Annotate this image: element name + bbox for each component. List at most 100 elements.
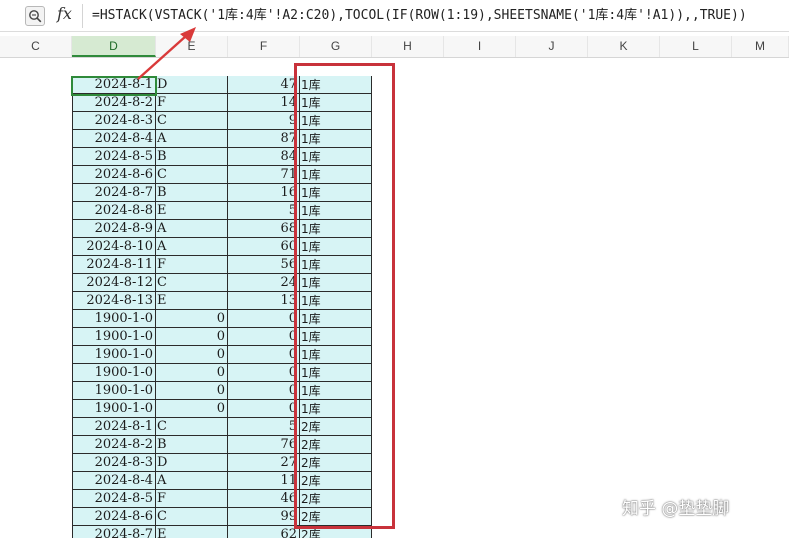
code-cell[interactable]: F: [156, 490, 228, 508]
quantity-cell[interactable]: 76: [228, 436, 300, 454]
quantity-cell[interactable]: 0: [228, 400, 300, 418]
quantity-cell[interactable]: 0: [228, 328, 300, 346]
sheet-name-cell[interactable]: 1库: [300, 256, 372, 274]
quantity-cell[interactable]: 71: [228, 166, 300, 184]
quantity-cell[interactable]: 5: [228, 202, 300, 220]
sheet-name-cell[interactable]: 2库: [300, 436, 372, 454]
quantity-cell[interactable]: 14: [228, 94, 300, 112]
date-cell[interactable]: 2024-8-7: [72, 184, 156, 202]
code-cell[interactable]: B: [156, 436, 228, 454]
spreadsheet-grid[interactable]: 2024-8-1 D 47 1库 2024-8-2 F 14 1库 2024-8-3 C 9 1库 20…: [0, 58, 789, 538]
date-cell[interactable]: 2024-8-7: [72, 526, 156, 538]
date-cell[interactable]: 2024-8-4: [72, 130, 156, 148]
zoom-icon[interactable]: [25, 6, 45, 26]
date-cell[interactable]: 2024-8-1: [72, 76, 156, 94]
quantity-cell[interactable]: 5: [228, 418, 300, 436]
date-cell[interactable]: 2024-8-2: [72, 436, 156, 454]
date-cell[interactable]: 1900-1-0: [72, 400, 156, 418]
code-cell[interactable]: 0: [156, 310, 228, 328]
sheet-name-cell[interactable]: 1库: [300, 328, 372, 346]
date-cell[interactable]: 1900-1-0: [72, 346, 156, 364]
quantity-cell[interactable]: 62: [228, 526, 300, 538]
fx-icon[interactable]: fx: [57, 4, 72, 23]
sheet-name-cell[interactable]: 1库: [300, 400, 372, 418]
sheet-name-cell[interactable]: 1库: [300, 148, 372, 166]
date-cell[interactable]: 2024-8-6: [72, 166, 156, 184]
column-header-g[interactable]: G: [300, 36, 372, 57]
quantity-cell[interactable]: 68: [228, 220, 300, 238]
sheet-name-cell[interactable]: 1库: [300, 238, 372, 256]
sheet-name-cell[interactable]: 1库: [300, 310, 372, 328]
date-cell[interactable]: 2024-8-13: [72, 292, 156, 310]
sheet-name-cell[interactable]: 1库: [300, 202, 372, 220]
code-cell[interactable]: D: [156, 76, 228, 94]
date-cell[interactable]: 2024-8-5: [72, 148, 156, 166]
sheet-name-cell[interactable]: 2库: [300, 490, 372, 508]
sheet-name-cell[interactable]: 1库: [300, 274, 372, 292]
code-cell[interactable]: 0: [156, 346, 228, 364]
column-header-e[interactable]: E: [156, 36, 228, 57]
quantity-cell[interactable]: 11: [228, 472, 300, 490]
date-cell[interactable]: 1900-1-0: [72, 328, 156, 346]
code-cell[interactable]: D: [156, 454, 228, 472]
sheet-name-cell[interactable]: 2库: [300, 418, 372, 436]
code-cell[interactable]: C: [156, 166, 228, 184]
quantity-cell[interactable]: 9: [228, 112, 300, 130]
date-cell[interactable]: 2024-8-10: [72, 238, 156, 256]
sheet-name-cell[interactable]: 2库: [300, 472, 372, 490]
date-cell[interactable]: 2024-8-3: [72, 112, 156, 130]
quantity-cell[interactable]: 56: [228, 256, 300, 274]
quantity-cell[interactable]: 13: [228, 292, 300, 310]
sheet-name-cell[interactable]: 1库: [300, 364, 372, 382]
code-cell[interactable]: E: [156, 202, 228, 220]
formula-input[interactable]: =HSTACK(VSTACK('1库:4库'!A2:C20),TOCOL(IF(…: [82, 4, 787, 28]
code-cell[interactable]: 0: [156, 328, 228, 346]
quantity-cell[interactable]: 0: [228, 364, 300, 382]
code-cell[interactable]: 0: [156, 400, 228, 418]
code-cell[interactable]: E: [156, 292, 228, 310]
date-cell[interactable]: 1900-1-0: [72, 364, 156, 382]
date-cell[interactable]: 2024-8-2: [72, 94, 156, 112]
quantity-cell[interactable]: 0: [228, 382, 300, 400]
sheet-name-cell[interactable]: 1库: [300, 130, 372, 148]
column-header-j[interactable]: J: [516, 36, 588, 57]
sheet-name-cell[interactable]: 1库: [300, 346, 372, 364]
quantity-cell[interactable]: 99: [228, 508, 300, 526]
date-cell[interactable]: 2024-8-3: [72, 454, 156, 472]
code-cell[interactable]: A: [156, 220, 228, 238]
sheet-name-cell[interactable]: 1库: [300, 382, 372, 400]
quantity-cell[interactable]: 87: [228, 130, 300, 148]
date-cell[interactable]: 2024-8-8: [72, 202, 156, 220]
date-cell[interactable]: 2024-8-6: [72, 508, 156, 526]
column-header-k[interactable]: K: [588, 36, 660, 57]
date-cell[interactable]: 2024-8-11: [72, 256, 156, 274]
quantity-cell[interactable]: 47: [228, 76, 300, 94]
sheet-name-cell[interactable]: 2库: [300, 454, 372, 472]
code-cell[interactable]: A: [156, 472, 228, 490]
column-header-m[interactable]: M: [732, 36, 789, 57]
sheet-name-cell[interactable]: 1库: [300, 184, 372, 202]
date-cell[interactable]: 2024-8-9: [72, 220, 156, 238]
code-cell[interactable]: 0: [156, 364, 228, 382]
code-cell[interactable]: C: [156, 112, 228, 130]
column-header-i[interactable]: I: [444, 36, 516, 57]
date-cell[interactable]: 2024-8-12: [72, 274, 156, 292]
date-cell[interactable]: 2024-8-1: [72, 418, 156, 436]
date-cell[interactable]: 1900-1-0: [72, 382, 156, 400]
sheet-name-cell[interactable]: 1库: [300, 112, 372, 130]
code-cell[interactable]: E: [156, 526, 228, 538]
code-cell[interactable]: F: [156, 256, 228, 274]
code-cell[interactable]: C: [156, 274, 228, 292]
code-cell[interactable]: A: [156, 238, 228, 256]
code-cell[interactable]: 0: [156, 382, 228, 400]
sheet-name-cell[interactable]: 1库: [300, 166, 372, 184]
quantity-cell[interactable]: 24: [228, 274, 300, 292]
column-header-c[interactable]: C: [0, 36, 72, 57]
sheet-name-cell[interactable]: 2库: [300, 526, 372, 538]
sheet-name-cell[interactable]: 1库: [300, 220, 372, 238]
column-header-l[interactable]: L: [660, 36, 732, 57]
column-header-f[interactable]: F: [228, 36, 300, 57]
sheet-name-cell[interactable]: 1库: [300, 76, 372, 94]
quantity-cell[interactable]: 0: [228, 310, 300, 328]
sheet-name-cell[interactable]: 1库: [300, 94, 372, 112]
